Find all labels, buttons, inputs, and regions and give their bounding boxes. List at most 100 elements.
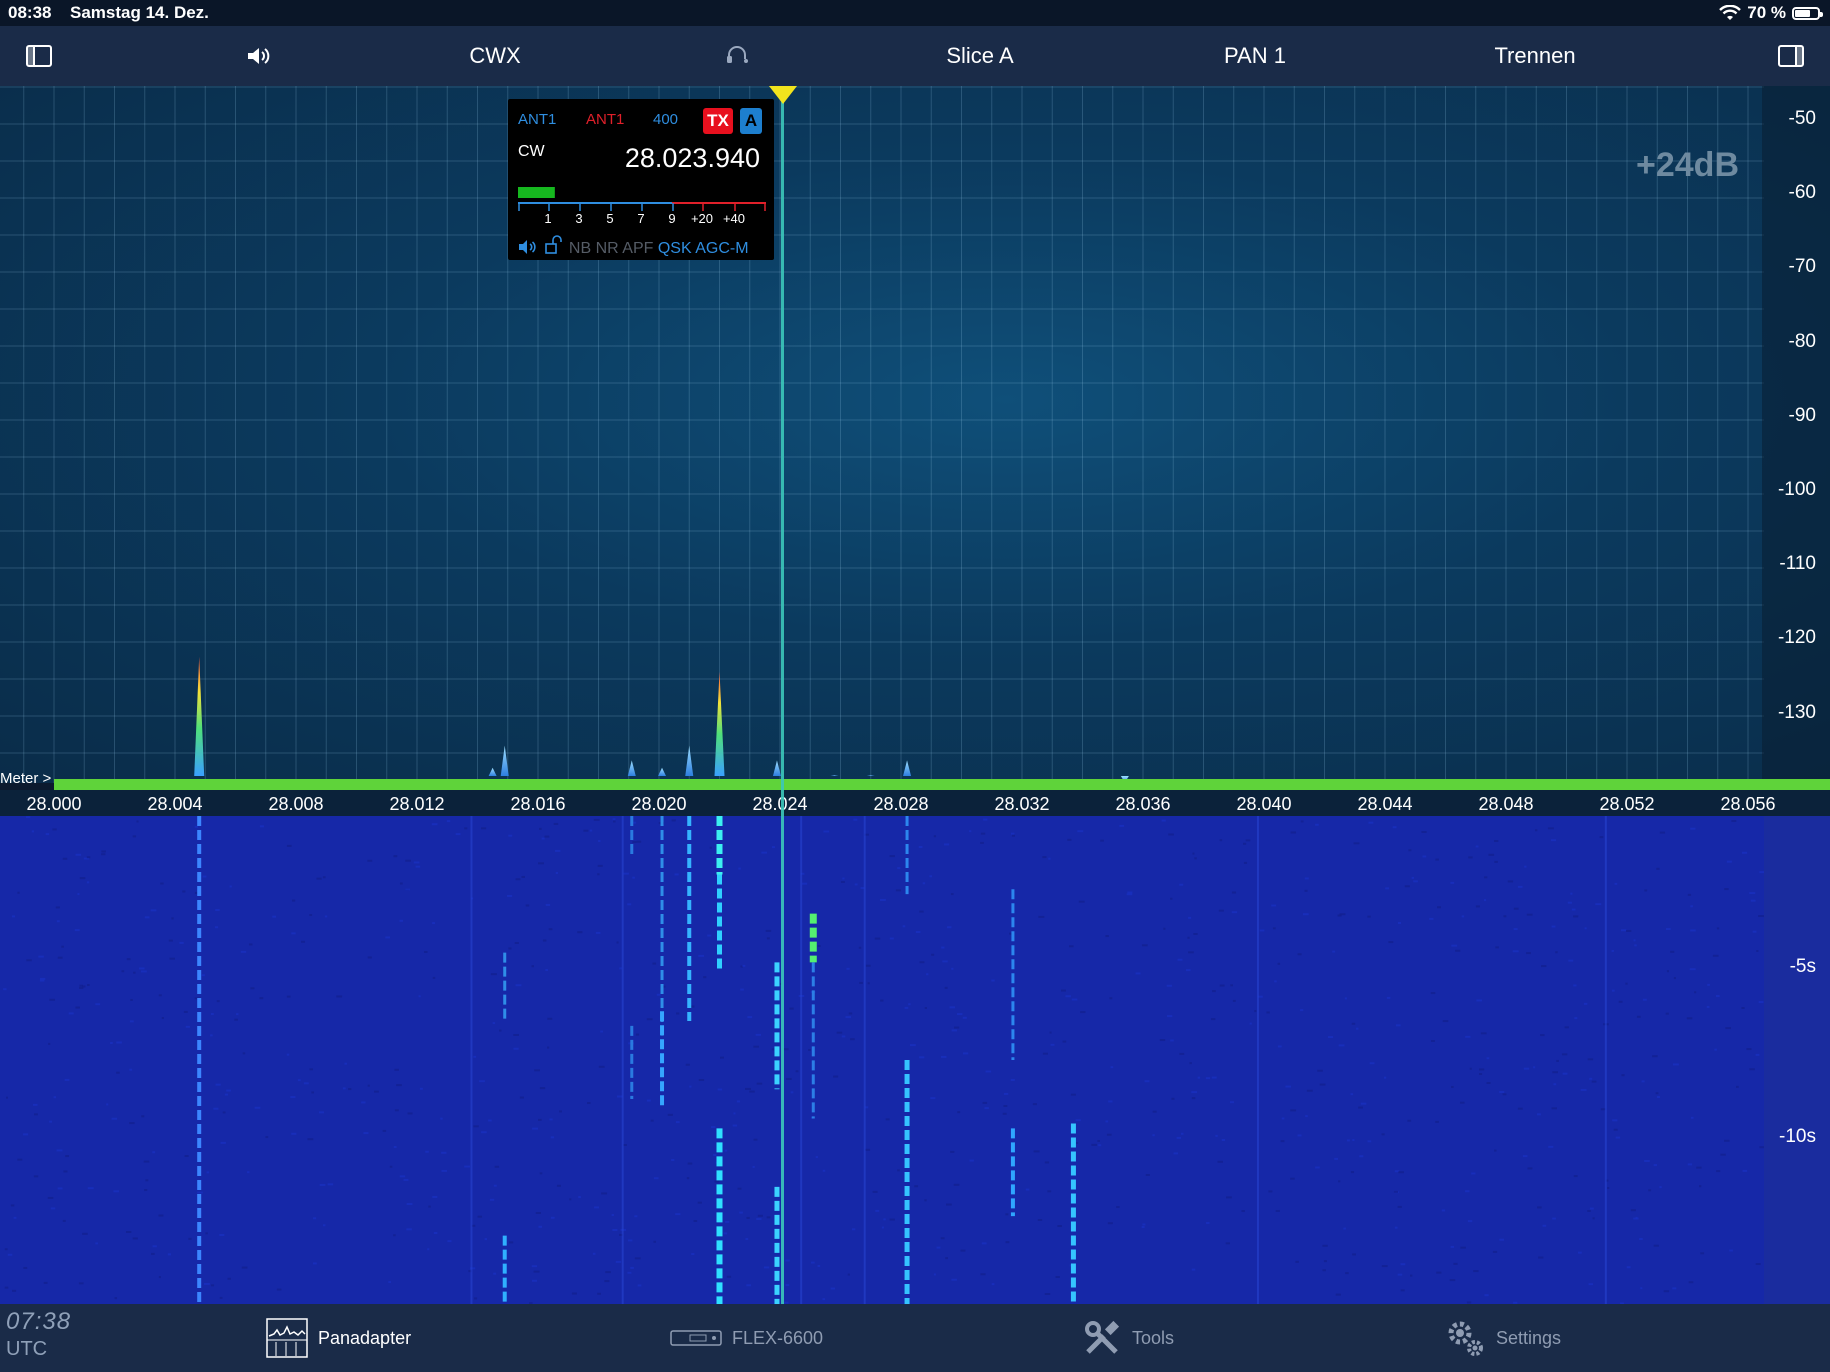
tx-badge[interactable]: TX — [703, 108, 733, 134]
tab-tools-label: Tools — [1132, 1328, 1174, 1349]
db-label: -110 — [1779, 553, 1816, 575]
tab-settings-label: Settings — [1496, 1328, 1561, 1349]
spectrum-peak — [489, 768, 497, 776]
utc-zone: UTC — [6, 1338, 71, 1361]
db-scale[interactable]: -50 -60 -70 -80 -90 -100 -110 -120 -130 — [1762, 86, 1830, 783]
slice-panel[interactable]: ANT1 ANT1 400 TX A CW 28.023.940 1 3 5 7… — [508, 99, 774, 260]
frequency-label: 28.052 — [1599, 794, 1654, 815]
gain-label: +24dB — [1636, 146, 1739, 185]
frequency-label: 28.056 — [1720, 794, 1775, 815]
tab-flex-6600[interactable]: FLEX-6600 — [670, 1304, 823, 1372]
utc-time: 07:38 — [6, 1308, 71, 1336]
nr-toggle[interactable]: NR — [596, 240, 619, 257]
frequency-axis[interactable]: 28.000 28.004 28.008 28.012 28.016 28.020 28.0… — [0, 790, 1830, 816]
s-scale-3: 3 — [575, 211, 582, 226]
frequency-label: 28.036 — [1115, 794, 1170, 815]
lock-open-icon[interactable] — [544, 235, 564, 255]
bottom-tab-bar: Panadapter FLEX-6600 Tools Settings — [0, 1304, 1830, 1372]
frequency-label: 28.004 — [147, 794, 202, 815]
slice-letter-badge[interactable]: A — [740, 108, 762, 134]
frequency-label: 28.012 — [389, 794, 444, 815]
tab-tools[interactable]: Tools — [1082, 1304, 1174, 1372]
frequency-label: 28.040 — [1236, 794, 1291, 815]
slice-frequency[interactable]: 28.023.940 — [625, 143, 760, 174]
tools-icon — [1082, 1318, 1122, 1358]
frequency-label: 28.028 — [873, 794, 928, 815]
speaker-icon — [246, 45, 274, 67]
speaker-icon[interactable] — [518, 239, 540, 255]
meter-label[interactable]: Meter > — [0, 770, 51, 787]
pan1-button[interactable]: PAN 1 — [1200, 26, 1310, 86]
s-meter — [518, 187, 766, 213]
panadapter[interactable] — [0, 86, 1830, 783]
sidebar-left-button[interactable] — [22, 26, 56, 86]
audio-button[interactable] — [240, 26, 280, 86]
s-scale-1: 1 — [544, 211, 551, 226]
frequency-label: 28.016 — [510, 794, 565, 815]
status-time: 08:38 — [8, 3, 51, 23]
waterfall-display — [0, 816, 1764, 1304]
status-bar: 08:38 Samstag 14. Dez. 70 % — [0, 0, 1830, 26]
spectrum-peak — [867, 775, 875, 776]
db-label: -130 — [1778, 702, 1816, 724]
db-label: -120 — [1778, 627, 1816, 649]
filter-width[interactable]: 400 — [653, 111, 678, 128]
frequency-label: 28.048 — [1478, 794, 1533, 815]
tab-flex-6600-label: FLEX-6600 — [732, 1328, 823, 1349]
radio-device-icon — [670, 1327, 722, 1349]
s-scale-7: 7 — [637, 211, 644, 226]
battery-icon — [1792, 7, 1820, 20]
s-meter-level — [518, 187, 555, 198]
tx-antenna[interactable]: ANT1 — [586, 111, 624, 128]
s-scale-9: 9 — [668, 211, 675, 226]
slice-flags: NB NR APF QSK AGC-M — [518, 235, 749, 258]
headset-button[interactable] — [720, 26, 754, 86]
waterfall-time-scale: -5s -10s — [1764, 816, 1830, 1304]
tab-settings[interactable]: Settings — [1444, 1304, 1561, 1372]
spectrum-peak — [715, 672, 725, 776]
nb-toggle[interactable]: NB — [569, 240, 591, 257]
slice-a-button[interactable]: Slice A — [920, 26, 1040, 86]
mode-label[interactable]: CW — [518, 143, 545, 161]
agc-toggle[interactable]: AGC-M — [695, 240, 748, 257]
tuning-line[interactable] — [781, 96, 784, 1304]
db-label: -80 — [1789, 331, 1816, 353]
db-label: -100 — [1778, 479, 1816, 501]
wifi-icon — [1719, 5, 1741, 21]
tab-panadapter[interactable]: Panadapter — [266, 1304, 411, 1372]
panadapter-icon — [266, 1318, 308, 1358]
rx-antenna[interactable]: ANT1 — [518, 111, 556, 128]
apf-toggle[interactable]: APF — [622, 240, 653, 257]
frequency-label: 28.024 — [752, 794, 807, 815]
db-label: -60 — [1789, 182, 1816, 204]
battery-percent: 70 % — [1747, 3, 1786, 23]
tab-panadapter-label: Panadapter — [318, 1328, 411, 1349]
frequency-label: 28.032 — [994, 794, 1049, 815]
spectrum-peak — [685, 746, 693, 776]
waterfall[interactable] — [0, 816, 1764, 1304]
s-scale-20: +20 — [691, 211, 713, 226]
headset-icon — [724, 44, 750, 68]
meter-bar — [54, 779, 1830, 790]
spectrum-peak — [830, 775, 838, 776]
db-label: -50 — [1789, 108, 1816, 130]
frequency-label: 28.044 — [1357, 794, 1412, 815]
db-label: -90 — [1789, 405, 1816, 427]
utc-clock: 07:38 UTC — [6, 1308, 71, 1361]
qsk-toggle[interactable]: QSK — [658, 240, 692, 257]
s-scale-5: 5 — [606, 211, 613, 226]
disconnect-button[interactable]: Trennen — [1480, 26, 1590, 86]
frequency-label: 28.000 — [26, 794, 81, 815]
cwx-button[interactable]: CWX — [450, 26, 540, 86]
db-label: -70 — [1789, 256, 1816, 278]
sidebar-left-icon — [26, 45, 52, 67]
gear-icon — [1444, 1317, 1486, 1359]
sidebar-right-icon — [1778, 45, 1804, 67]
sidebar-right-button[interactable] — [1774, 26, 1808, 86]
time-label: -5s — [1790, 956, 1816, 978]
spectrum-peak — [903, 760, 911, 776]
top-toolbar: CWX Slice A PAN 1 Trennen — [0, 26, 1830, 86]
time-label: -10s — [1779, 1126, 1816, 1148]
panadapter-spectrum — [0, 86, 1830, 783]
frequency-label: 28.008 — [268, 794, 323, 815]
